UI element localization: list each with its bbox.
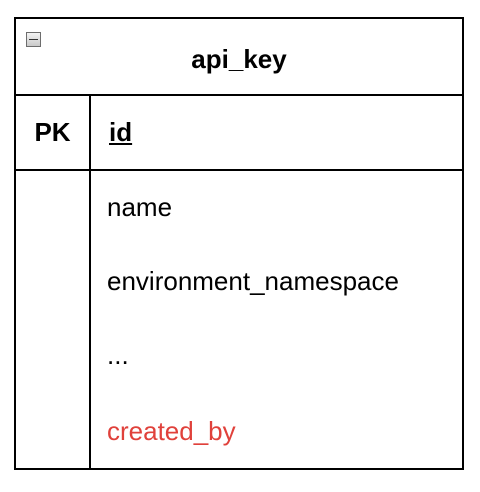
field-created-by: created_by: [107, 416, 236, 446]
field-environment-namespace: environment_namespace: [107, 266, 399, 296]
field-name: name: [107, 192, 173, 222]
entity-fields: name environment_namespace ... created_b…: [14, 17, 464, 470]
field-ellipsis: ...: [107, 340, 129, 370]
